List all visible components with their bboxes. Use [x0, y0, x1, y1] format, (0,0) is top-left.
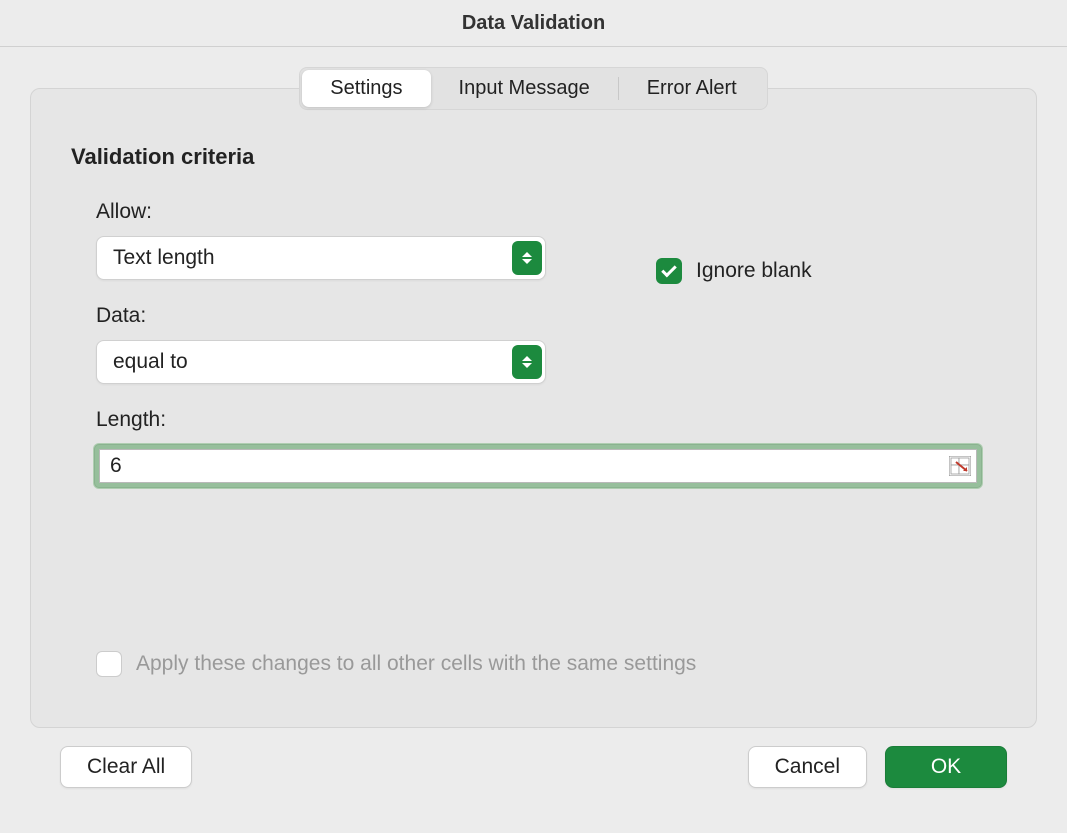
allow-label: Allow: — [96, 200, 546, 224]
apply-all-checkbox[interactable] — [96, 651, 122, 677]
tab-error-alert-label: Error Alert — [647, 77, 737, 100]
data-select[interactable]: equal to — [96, 340, 546, 384]
apply-all-row: Apply these changes to all other cells w… — [96, 651, 696, 677]
range-selector-icon[interactable] — [949, 456, 971, 476]
tab-input-message[interactable]: Input Message — [431, 70, 618, 107]
length-label: Length: — [96, 408, 1011, 432]
cancel-button[interactable]: Cancel — [748, 746, 867, 788]
cancel-label: Cancel — [775, 755, 840, 779]
tab-settings-label: Settings — [330, 77, 402, 100]
tab-settings[interactable]: Settings — [302, 70, 430, 107]
data-select-chevrons[interactable] — [512, 345, 542, 379]
dialog-content: Settings Input Message Error Alert Valid… — [0, 47, 1067, 818]
dialog-titlebar: Data Validation — [0, 0, 1067, 47]
check-icon — [661, 262, 677, 278]
allow-select-wrap: Text length — [96, 236, 546, 280]
dialog-title: Data Validation — [462, 12, 605, 35]
clear-all-button[interactable]: Clear All — [60, 746, 192, 788]
data-row: Data: equal to — [96, 304, 1011, 408]
tabs-container: Settings Input Message Error Alert — [30, 67, 1037, 110]
allow-select-chevrons[interactable] — [512, 241, 542, 275]
apply-all-label: Apply these changes to all other cells w… — [136, 652, 696, 676]
data-select-wrap: equal to — [96, 340, 546, 384]
tab-bar: Settings Input Message Error Alert — [299, 67, 768, 110]
ok-button[interactable]: OK — [885, 746, 1007, 788]
chevron-down-icon — [522, 259, 532, 264]
length-input[interactable] — [99, 449, 977, 483]
chevron-down-icon — [522, 363, 532, 368]
chevron-up-icon — [522, 356, 532, 361]
tab-input-message-label: Input Message — [459, 77, 590, 100]
settings-panel: Validation criteria Allow: Text length — [30, 88, 1037, 728]
dialog-footer: Clear All Cancel OK — [30, 728, 1037, 788]
data-col: Data: equal to — [96, 304, 546, 408]
chevron-up-icon — [522, 252, 532, 257]
allow-select[interactable]: Text length — [96, 236, 546, 280]
ignore-blank-checkbox[interactable] — [656, 258, 682, 284]
ok-label: OK — [931, 755, 961, 779]
length-input-wrap — [94, 444, 982, 488]
data-label: Data: — [96, 304, 546, 328]
allow-select-value: Text length — [113, 246, 215, 270]
footer-right: Cancel OK — [748, 746, 1007, 788]
tab-error-alert[interactable]: Error Alert — [619, 70, 765, 107]
ignore-blank-label: Ignore blank — [696, 259, 812, 283]
data-select-value: equal to — [113, 350, 188, 374]
allow-row: Allow: Text length Ignore blank — [96, 200, 1011, 304]
ignore-blank-row: Ignore blank — [656, 258, 812, 284]
validation-criteria-title: Validation criteria — [71, 144, 1011, 170]
clear-all-label: Clear All — [87, 755, 165, 779]
length-col: Length: — [96, 408, 1011, 444]
allow-col: Allow: Text length — [96, 200, 546, 304]
